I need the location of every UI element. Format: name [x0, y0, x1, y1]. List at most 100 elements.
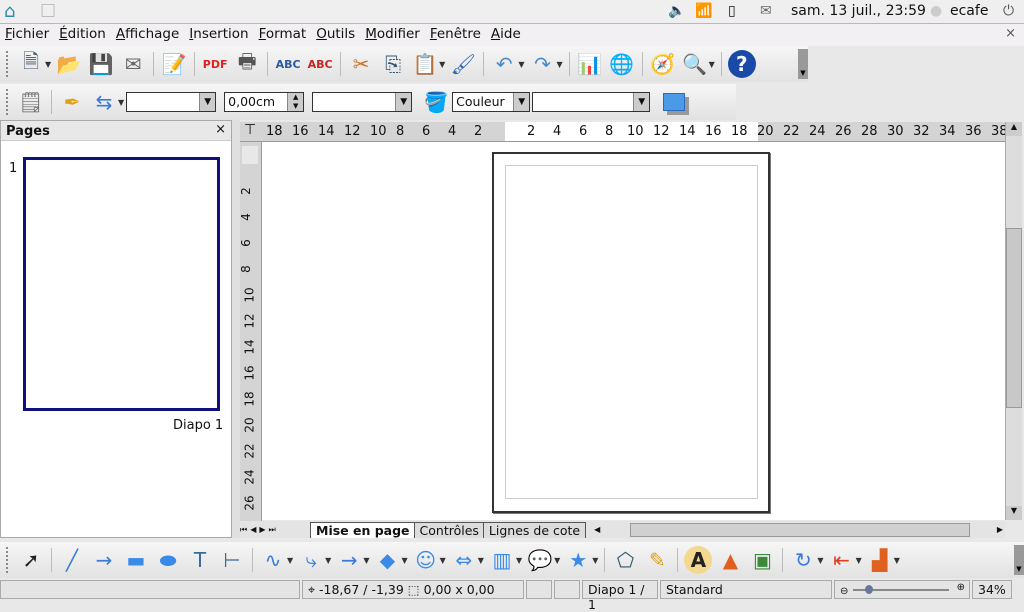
line-width-field[interactable]: 0,00cm ▲ ▼	[224, 92, 305, 112]
line-tool-icon[interactable]: ╱	[58, 546, 86, 574]
dropdown-arrow-icon[interactable]: ▼	[363, 556, 369, 565]
curve-icon[interactable]: ∿	[259, 546, 287, 574]
points-icon[interactable]: ⬠	[611, 546, 639, 574]
scroll-thumb[interactable]	[1006, 228, 1022, 408]
dropdown-arrow-icon[interactable]: ▼	[817, 556, 823, 565]
dropdown-arrow-icon[interactable]: ▼	[592, 556, 598, 565]
dropdown-arrow-icon[interactable]: ▼	[856, 556, 862, 565]
user-name[interactable]: ecafe	[950, 3, 988, 19]
dropdown-arrow-icon[interactable]: ▼	[894, 556, 900, 565]
menu-3[interactable]: Insertion	[184, 24, 253, 42]
dropdown-arrow-icon[interactable]: ▼	[439, 60, 445, 69]
hscroll-left[interactable]: ◀	[594, 525, 600, 534]
toolbar-grip[interactable]	[6, 89, 9, 115]
volume-icon[interactable]: 🔈	[668, 3, 685, 19]
glue-points-icon[interactable]: ✎	[643, 546, 671, 574]
toolbar-more-button[interactable]: ▼	[1014, 545, 1024, 575]
dropdown-arrow-icon[interactable]: ▼	[478, 556, 484, 565]
cut-icon[interactable]: ✂	[347, 50, 375, 78]
tab-0[interactable]: Mise en page	[310, 521, 416, 538]
toolbar-grip[interactable]	[6, 51, 9, 77]
ruler-tab-icon[interactable]: ⊤	[244, 122, 256, 138]
from-file-icon[interactable]: ▲	[716, 546, 744, 574]
chart-icon[interactable]: 📊	[576, 50, 604, 78]
dropdown-arrow-icon[interactable]: ▼	[440, 556, 446, 565]
select-icon[interactable]: ➚	[17, 546, 45, 574]
dropdown-arrow-icon[interactable]: ▼	[556, 60, 562, 69]
menu-8[interactable]: Aide	[486, 24, 526, 42]
shadow-icon[interactable]	[660, 88, 688, 116]
new-icon[interactable]: 🗎	[17, 49, 45, 78]
format-paintbrush-icon[interactable]: 🖌	[449, 50, 477, 78]
autospell-icon[interactable]: ABC	[306, 50, 334, 78]
clock[interactable]: sam. 13 juil., 23:59	[791, 3, 926, 19]
area-fill-select[interactable]: ▼	[532, 92, 651, 112]
undo-icon[interactable]: ↶	[490, 50, 518, 78]
text-icon[interactable]: T	[186, 546, 214, 574]
rotate-icon[interactable]: ↻	[789, 546, 817, 574]
block-arrows-icon[interactable]: ⇔	[450, 546, 478, 574]
menu-2[interactable]: Affichage	[111, 24, 184, 42]
power-icon[interactable]: ⏻	[1003, 3, 1014, 19]
stars-icon[interactable]: ★	[564, 546, 592, 574]
wifi-icon[interactable]: 📶	[695, 3, 712, 19]
callouts-icon[interactable]: 💬	[526, 546, 554, 574]
slide-thumbnail[interactable]	[23, 157, 220, 411]
open-icon[interactable]: 📂	[55, 50, 83, 78]
dropdown-arrow-icon[interactable]: ▼	[554, 556, 560, 565]
spellcheck-icon[interactable]: ABC	[274, 50, 302, 78]
vertical-scrollbar[interactable]: ▲ ▼	[1005, 122, 1022, 520]
arrange-icon[interactable]: ▟	[866, 546, 894, 574]
dropdown-arrow-icon[interactable]: ▼	[516, 556, 522, 565]
mail-icon[interactable]: ✉	[760, 3, 772, 19]
dropdown-arrow-icon[interactable]: ▼	[325, 556, 331, 565]
fontwork-icon[interactable]: A	[684, 546, 713, 574]
flowchart-icon[interactable]: ▥	[488, 546, 516, 574]
line-style-icon[interactable]: 🗒	[17, 88, 45, 116]
chat-icon[interactable]: ●	[930, 3, 942, 19]
dropdown-arrow-icon[interactable]: ▼	[709, 60, 715, 69]
edit-file-icon[interactable]: 📝	[160, 50, 188, 78]
help-icon[interactable]: ?	[727, 50, 756, 78]
zoom-slider-knob[interactable]	[865, 585, 874, 594]
hscroll-right[interactable]: ▶	[997, 525, 1003, 534]
menu-4[interactable]: Format	[254, 24, 312, 42]
save-icon[interactable]: 💾	[87, 50, 115, 78]
arrow-line-icon[interactable]: →	[90, 546, 118, 574]
menu-0[interactable]: Fichier	[0, 24, 54, 42]
dropdown-arrow-icon[interactable]: ▼	[45, 60, 51, 69]
hyperlink-icon[interactable]: 🌐	[608, 50, 636, 78]
alignment-icon[interactable]: ⇤	[828, 546, 856, 574]
menu-1[interactable]: Édition	[54, 24, 111, 42]
app-icon[interactable]: ☐	[40, 1, 56, 22]
toolbar-more-button[interactable]: ▼	[798, 49, 808, 79]
area-icon[interactable]: 🪣	[422, 88, 450, 116]
battery-icon[interactable]: ▯	[728, 3, 736, 19]
connector-icon[interactable]: ⤷	[297, 546, 325, 574]
basic-shapes-icon[interactable]: ◆	[373, 546, 401, 574]
slide-page[interactable]	[492, 152, 770, 513]
paste-icon[interactable]: 📋	[411, 50, 439, 78]
navigator-icon[interactable]: 🧭	[649, 50, 677, 78]
tab-2[interactable]: Lignes de cote	[482, 521, 587, 538]
symbol-shapes-icon[interactable]: ☺	[412, 546, 440, 574]
zoom-percent[interactable]: 34%	[972, 580, 1012, 599]
tab-1[interactable]: Contrôles	[413, 521, 485, 538]
line-icon[interactable]: ✒	[58, 88, 86, 116]
zoom-slider[interactable]: ⊖ ⊕	[834, 580, 970, 599]
copy-icon[interactable]: ⎘	[379, 50, 407, 78]
ellipse-icon[interactable]: ⬬	[154, 546, 182, 574]
eduke-home-icon[interactable]: ⌂	[4, 1, 15, 22]
email-icon[interactable]: ✉	[119, 50, 147, 78]
line-color-select[interactable]: ▼	[312, 92, 413, 112]
toolbar-grip[interactable]	[6, 547, 9, 573]
lines-arrows-icon[interactable]: →	[335, 546, 363, 574]
print-icon[interactable]: 🖶	[233, 49, 261, 78]
area-style-select[interactable]: Couleur ▼	[452, 92, 531, 112]
close-document-icon[interactable]: ×	[1005, 26, 1016, 41]
line-style-select[interactable]: ▼	[126, 92, 217, 112]
redo-icon[interactable]: ↷	[528, 50, 556, 78]
horizontal-scrollbar[interactable]	[630, 522, 971, 537]
vertical-text-icon[interactable]: ⊢	[218, 546, 246, 574]
menu-6[interactable]: Modifier	[360, 24, 425, 42]
